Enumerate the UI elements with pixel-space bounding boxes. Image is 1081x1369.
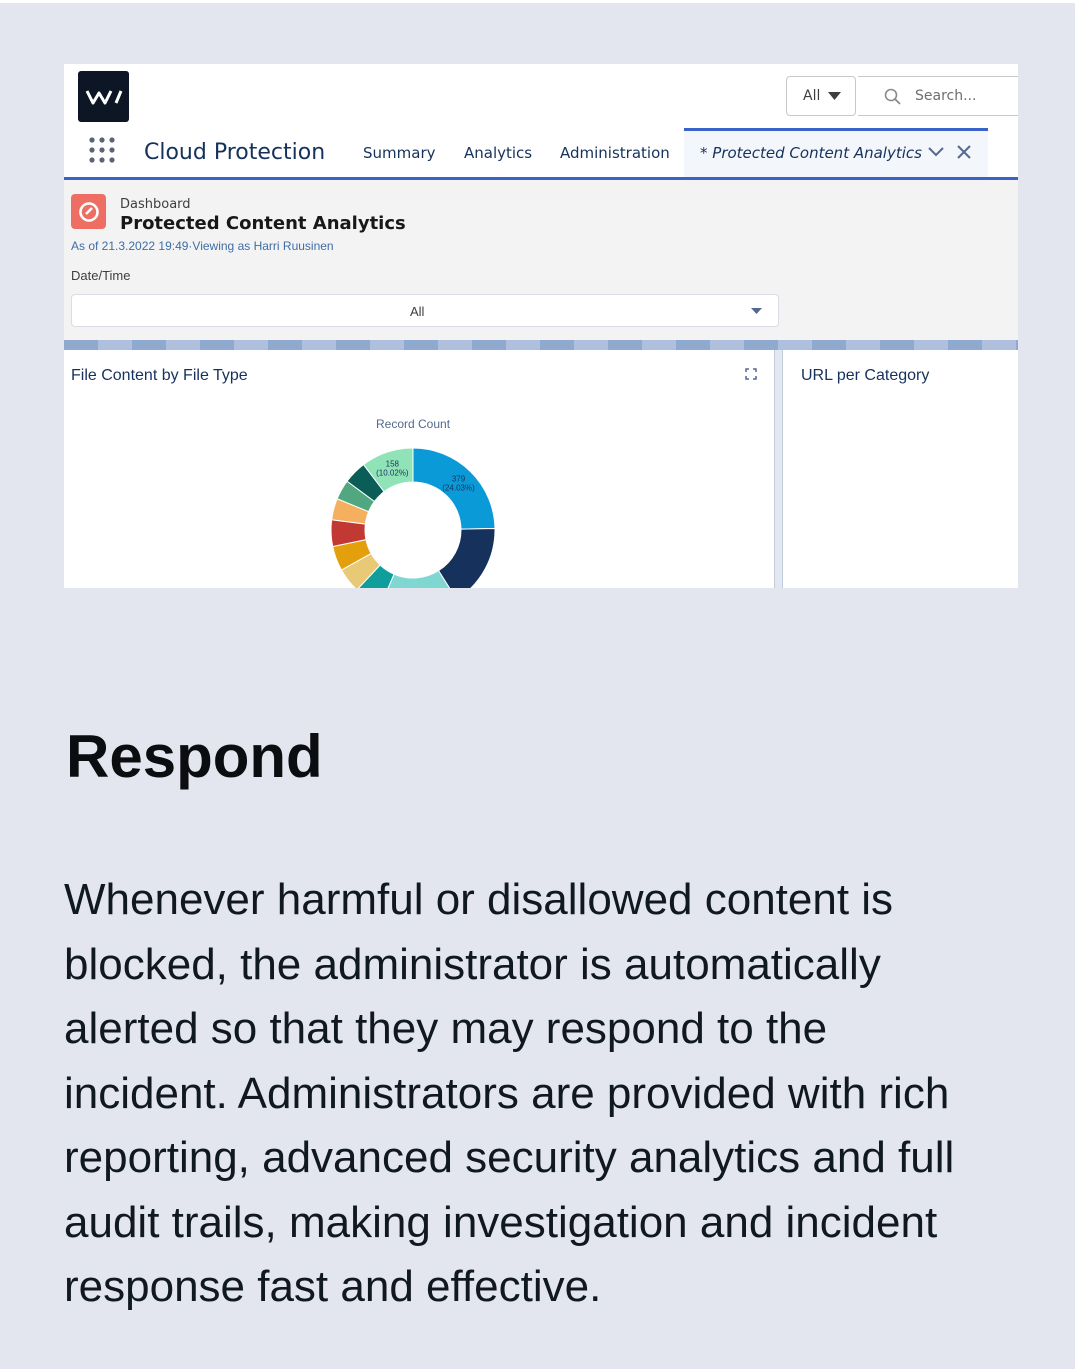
- chevron-down-icon[interactable]: [928, 147, 944, 157]
- search-scope-label: All: [803, 88, 821, 104]
- app-screenshot: All Search... Cloud Protection Summary A…: [64, 64, 1018, 588]
- dashboard-icon: [71, 194, 106, 229]
- global-header: All Search... Cloud Protection Summary A…: [64, 64, 1018, 180]
- filter-label: Date/Time: [71, 268, 131, 283]
- logo-mark-icon: [85, 89, 122, 104]
- donut-slice[interactable]: [437, 527, 496, 588]
- record-count-donut-chart: 379 (24.03%)236158 (10.02%): [330, 447, 496, 588]
- section-heading: Respond: [66, 723, 323, 790]
- filter-value: All: [410, 304, 425, 319]
- nav-item-analytics[interactable]: Analytics: [464, 144, 532, 162]
- dashboard-header: Dashboard Protected Content Analytics As…: [64, 180, 1018, 346]
- file-content-panel-title: File Content by File Type: [71, 367, 248, 384]
- nav-item-summary[interactable]: Summary: [363, 144, 436, 162]
- app-launcher-button[interactable]: [88, 136, 116, 169]
- search-scope-select[interactable]: All: [786, 76, 856, 116]
- search-placeholder: Search...: [915, 88, 977, 104]
- active-tab-label: * Protected Content Analytics: [700, 144, 922, 162]
- search-icon: [884, 88, 901, 105]
- caret-down-icon: [828, 92, 842, 100]
- dashboard-title: Protected Content Analytics: [120, 213, 406, 234]
- gauge-icon: [78, 201, 99, 222]
- datetime-filter-select[interactable]: All: [71, 294, 779, 327]
- expand-icon[interactable]: [745, 368, 757, 380]
- section-paragraph: Whenever harmful or disallowed content i…: [64, 875, 955, 1311]
- url-category-panel-title: URL per Category: [801, 367, 930, 384]
- right-edge: [1075, 0, 1081, 1369]
- chart-title: Record Count: [376, 417, 451, 431]
- file-content-panel: File Content by File Type Record Count 3…: [64, 350, 774, 588]
- tab-protected-content-analytics[interactable]: * Protected Content Analytics: [684, 128, 988, 178]
- global-search-input[interactable]: Search...: [858, 76, 1018, 116]
- dashboard-kicker: Dashboard: [120, 197, 191, 212]
- app-name: Cloud Protection: [144, 140, 326, 165]
- top-edge: [0, 0, 1081, 3]
- caret-down-icon: [751, 308, 762, 314]
- panel-splitter[interactable]: [774, 350, 783, 588]
- close-icon[interactable]: [957, 145, 971, 159]
- app-launcher-icon: [89, 137, 115, 163]
- nav-item-administration[interactable]: Administration: [560, 144, 670, 162]
- brand-logo[interactable]: [78, 71, 129, 122]
- url-category-panel: URL per Category: [783, 350, 1018, 588]
- dashboard-divider-band: [64, 340, 1018, 350]
- dashboard-timestamp: As of 21.3.2022 19:49·Viewing as Harri R…: [71, 239, 334, 253]
